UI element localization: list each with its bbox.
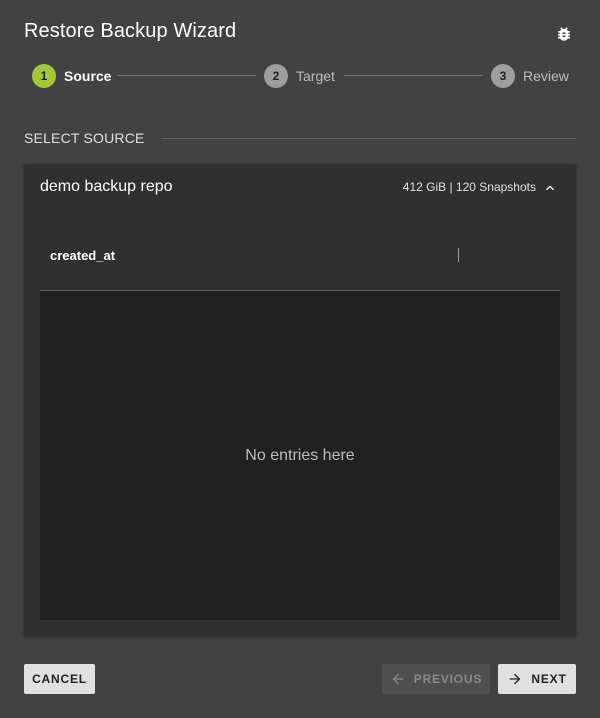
arrow-left-icon [390, 671, 406, 687]
step-label: Target [296, 68, 335, 84]
cancel-button-label: CANCEL [32, 672, 87, 686]
restore-wizard-dialog: Restore Backup Wizard 1 Source 2 Target … [0, 0, 600, 718]
repo-name: demo backup repo [40, 178, 173, 195]
cancel-button[interactable]: CANCEL [24, 664, 95, 694]
dialog-title: Restore Backup Wizard [24, 20, 237, 42]
step-source[interactable]: 1 Source [32, 64, 111, 88]
step-number-badge: 3 [491, 64, 515, 88]
empty-state-text: No entries here [245, 446, 355, 464]
next-button-label: NEXT [531, 672, 567, 686]
table-body: No entries here [40, 291, 560, 620]
dialog-header: Restore Backup Wizard [24, 18, 576, 48]
snapshots-table: created_at No entries here [40, 220, 560, 620]
repo-meta: 412 GiB | 120 Snapshots [402, 180, 536, 194]
wizard-stepper: 1 Source 2 Target 3 Review [32, 64, 569, 88]
step-target[interactable]: 2 Target [264, 64, 335, 88]
bug-report-button[interactable] [552, 22, 576, 46]
section-header: SELECT SOURCE [24, 128, 576, 148]
step-number-badge: 2 [264, 64, 288, 88]
next-button[interactable]: NEXT [498, 664, 576, 694]
chevron-up-icon[interactable] [540, 178, 560, 198]
step-number-badge: 1 [32, 64, 56, 88]
column-header-created-at[interactable]: created_at [50, 248, 115, 263]
bug-icon [558, 27, 570, 41]
repo-expansion-panel: demo backup repo 412 GiB | 120 Snapshots… [24, 164, 576, 636]
column-resize-handle[interactable] [458, 248, 459, 262]
repo-panel-header[interactable]: demo backup repo 412 GiB | 120 Snapshots [40, 176, 560, 200]
step-label: Source [64, 68, 112, 84]
arrow-right-icon [507, 671, 523, 687]
step-review[interactable]: 3 Review [491, 64, 569, 88]
previous-button-label: PREVIOUS [413, 672, 483, 686]
step-label: Review [523, 68, 569, 84]
dialog-footer: CANCEL PREVIOUS NEXT [24, 664, 576, 694]
previous-button[interactable]: PREVIOUS [382, 664, 490, 694]
step-connector [117, 75, 256, 76]
table-header: created_at [40, 220, 560, 291]
section-divider [160, 137, 576, 139]
section-title: SELECT SOURCE [24, 130, 145, 146]
step-connector [344, 75, 483, 76]
